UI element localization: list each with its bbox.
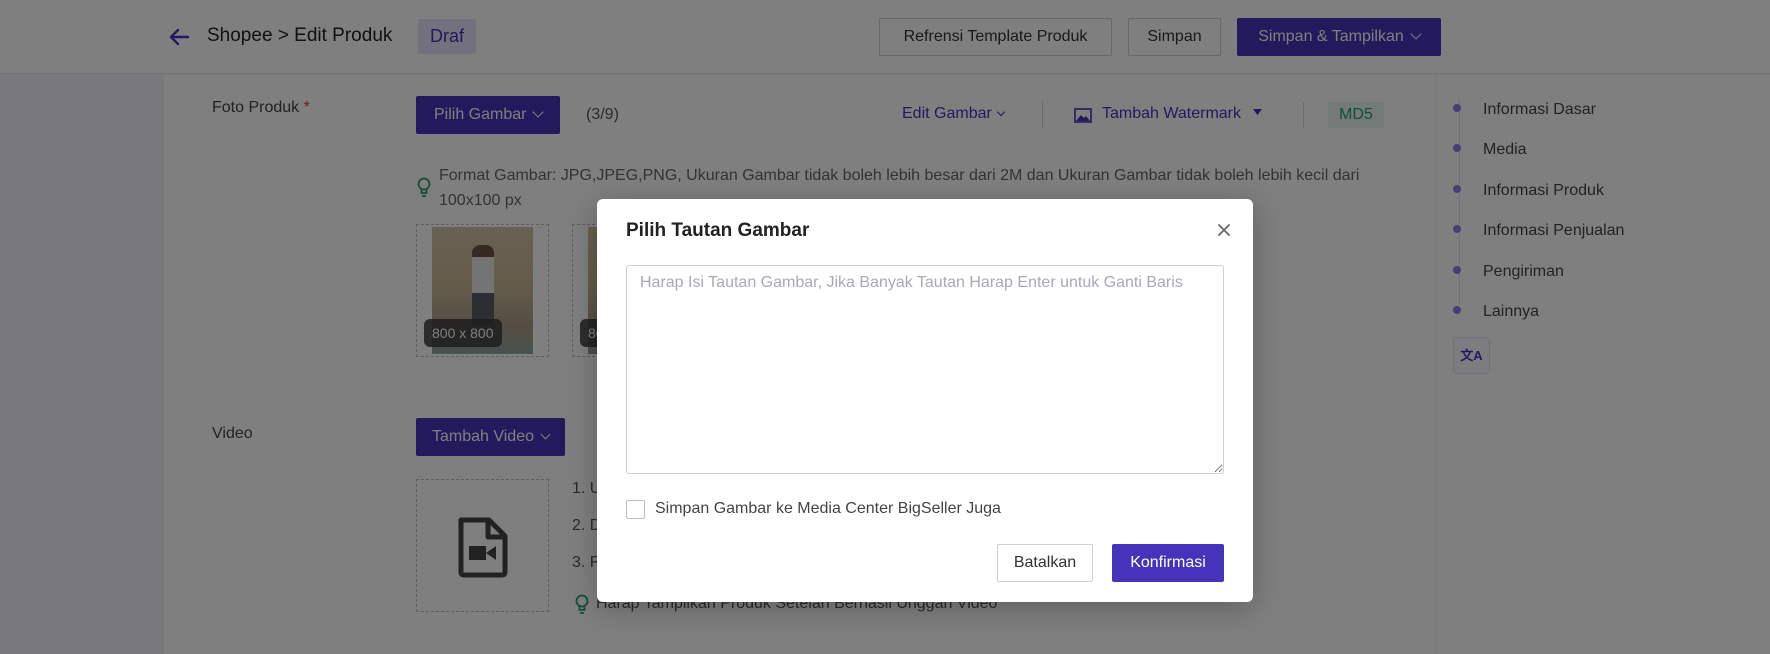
image-link-textarea[interactable] bbox=[626, 265, 1224, 474]
cancel-button[interactable]: Batalkan bbox=[997, 544, 1093, 582]
checkbox-label[interactable]: Simpan Gambar ke Media Center BigSeller … bbox=[655, 500, 1001, 518]
close-icon[interactable] bbox=[1215, 221, 1233, 239]
dialog-title: Pilih Tautan Gambar bbox=[626, 220, 810, 241]
image-link-dialog: Pilih Tautan Gambar Simpan Gambar ke Med… bbox=[597, 199, 1253, 602]
save-to-media-center-checkbox[interactable] bbox=[626, 500, 645, 519]
confirm-button[interactable]: Konfirmasi bbox=[1112, 544, 1224, 582]
